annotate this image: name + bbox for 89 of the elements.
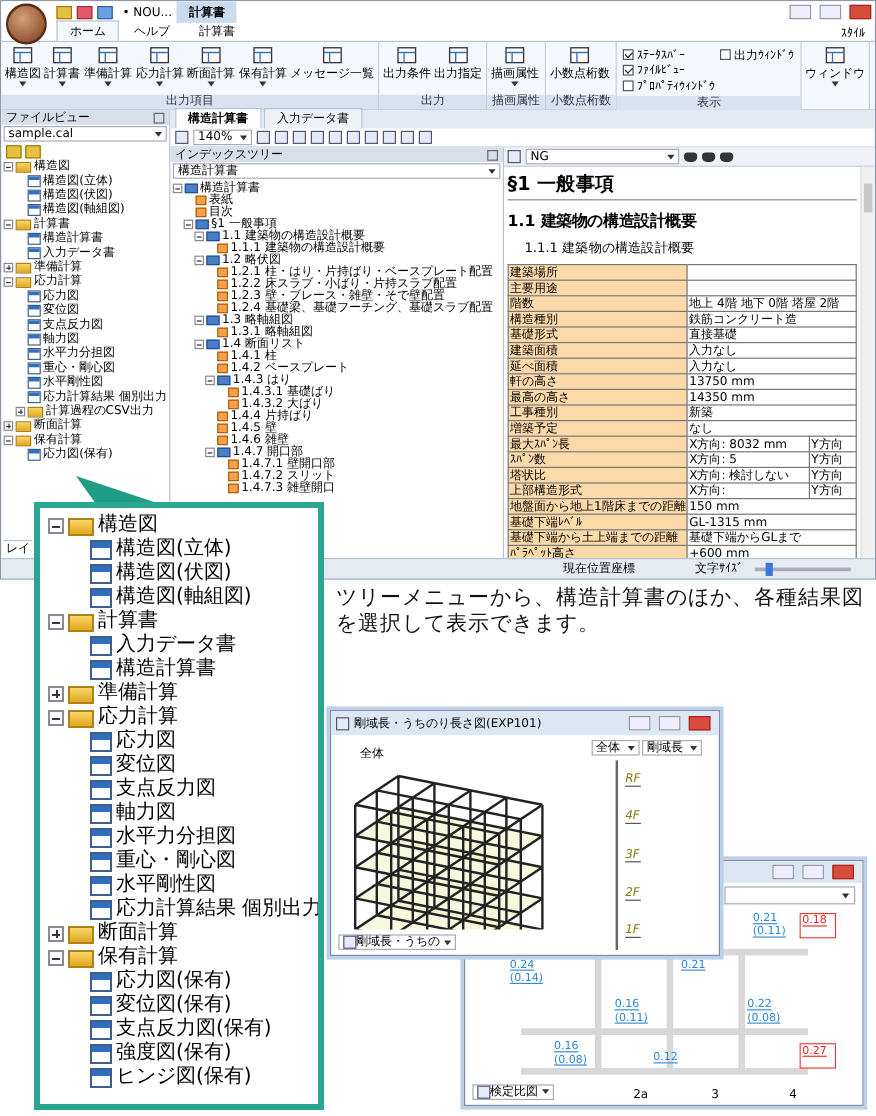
tree-item[interactable]: 構造図(伏図) xyxy=(116,562,232,586)
document-icon xyxy=(90,564,112,584)
document-icon xyxy=(90,996,112,1016)
caret-icon xyxy=(831,81,839,87)
document-icon xyxy=(90,780,112,800)
document-icon xyxy=(27,448,41,461)
expander-icon[interactable] xyxy=(48,614,64,630)
toolbar-icon[interactable] xyxy=(507,150,521,164)
expander-icon[interactable] xyxy=(3,277,14,287)
document-icon xyxy=(90,540,112,560)
caret-icon xyxy=(154,131,162,137)
book-icon xyxy=(184,183,198,194)
slider-thumb[interactable] xyxy=(765,562,773,576)
document-icon xyxy=(90,876,112,896)
tree-item[interactable]: 保有計算 xyxy=(98,946,178,970)
folder-icon xyxy=(68,709,94,727)
document-icon xyxy=(90,732,112,752)
expander-icon[interactable] xyxy=(48,926,64,942)
caret-icon xyxy=(156,81,164,87)
caret-icon xyxy=(239,135,247,140)
folder-icon[interactable] xyxy=(56,5,72,19)
expander-icon[interactable] xyxy=(48,950,64,966)
caret-icon xyxy=(19,81,27,87)
tree-item[interactable]: 断面計算 xyxy=(98,922,178,946)
close-button[interactable] xyxy=(849,4,872,20)
caret-icon xyxy=(488,168,496,174)
tree-item[interactable]: 準備計算 xyxy=(98,682,178,706)
tree-item[interactable]: 入力データ書 xyxy=(116,634,236,658)
document-icon xyxy=(90,828,112,848)
tree-item[interactable]: 構造図 xyxy=(98,514,158,538)
scrollbar[interactable] xyxy=(860,166,875,558)
caret-icon xyxy=(542,1089,550,1095)
caret-icon xyxy=(207,81,215,87)
tree-item[interactable]: 計算書 xyxy=(98,610,158,634)
expander-icon[interactable] xyxy=(48,518,64,534)
tree-item[interactable]: 軸力図 xyxy=(116,802,176,826)
tree-item[interactable]: 変位図(保有) xyxy=(116,994,232,1018)
caret-icon xyxy=(58,81,66,87)
tree-item[interactable]: 支点反力図(保有) xyxy=(116,1018,272,1042)
tree-item[interactable]: 構造図(立体) xyxy=(116,538,232,562)
caret-icon xyxy=(627,745,635,751)
document-icon xyxy=(90,900,112,920)
caret-icon xyxy=(444,939,452,945)
document-icon xyxy=(90,852,112,872)
document-icon xyxy=(90,804,112,824)
caret-icon xyxy=(511,81,519,87)
expander-icon[interactable] xyxy=(3,421,14,431)
caret-icon xyxy=(259,81,267,87)
folder-icon xyxy=(68,613,94,631)
tree-item[interactable]: 水平力分担図 xyxy=(116,826,236,850)
tree-item[interactable]: 構造計算書 xyxy=(116,658,216,682)
folder-icon xyxy=(68,949,94,967)
folder-icon xyxy=(15,219,32,230)
close-button[interactable] xyxy=(688,716,711,731)
tree-item[interactable]: 重心・剛心図 xyxy=(116,850,236,874)
folder-icon xyxy=(68,685,94,703)
close-button[interactable] xyxy=(832,865,854,880)
folder-icon xyxy=(68,925,94,943)
document-icon xyxy=(90,660,112,680)
document-icon xyxy=(90,636,112,656)
caret-icon xyxy=(842,893,850,899)
tree-item[interactable]: ヒンジ図(保有) xyxy=(116,1066,252,1090)
caption-text: ツリーメニューから、構造計算書のほか、各種結果図を選択して表示できます。 xyxy=(336,586,866,638)
expander-icon[interactable] xyxy=(15,406,26,417)
tree-item[interactable]: 変位図 xyxy=(116,754,176,778)
caret-icon xyxy=(667,154,675,159)
tree-item[interactable]: 支点反力図 xyxy=(116,778,216,802)
document-icon xyxy=(90,972,112,992)
tree-item[interactable]: 応力図 xyxy=(116,730,176,754)
document-icon xyxy=(90,756,112,776)
document-icon xyxy=(90,1068,112,1088)
folder-icon xyxy=(68,517,94,535)
book-icon xyxy=(217,375,231,386)
tree-item[interactable]: 強度図(保有) xyxy=(116,1042,232,1066)
expander-icon[interactable] xyxy=(3,262,14,273)
tree-item[interactable]: 応力図(保有) xyxy=(116,970,232,994)
document-icon xyxy=(90,1020,112,1040)
document-icon xyxy=(90,1044,112,1064)
document-icon xyxy=(90,588,112,608)
section-heading: §1 一般事項 xyxy=(507,171,857,201)
tree-item[interactable]: 応力計算 xyxy=(98,706,178,730)
expander-icon[interactable] xyxy=(48,710,64,726)
caret-icon xyxy=(690,745,698,751)
expander-icon[interactable] xyxy=(48,686,64,702)
book-icon xyxy=(217,447,231,458)
tree-item[interactable]: 構造図(軸組図) xyxy=(116,586,252,610)
caret-icon xyxy=(104,81,112,87)
tree-item[interactable]: 水平剛性図 xyxy=(116,874,216,898)
expander-icon[interactable] xyxy=(3,162,14,172)
